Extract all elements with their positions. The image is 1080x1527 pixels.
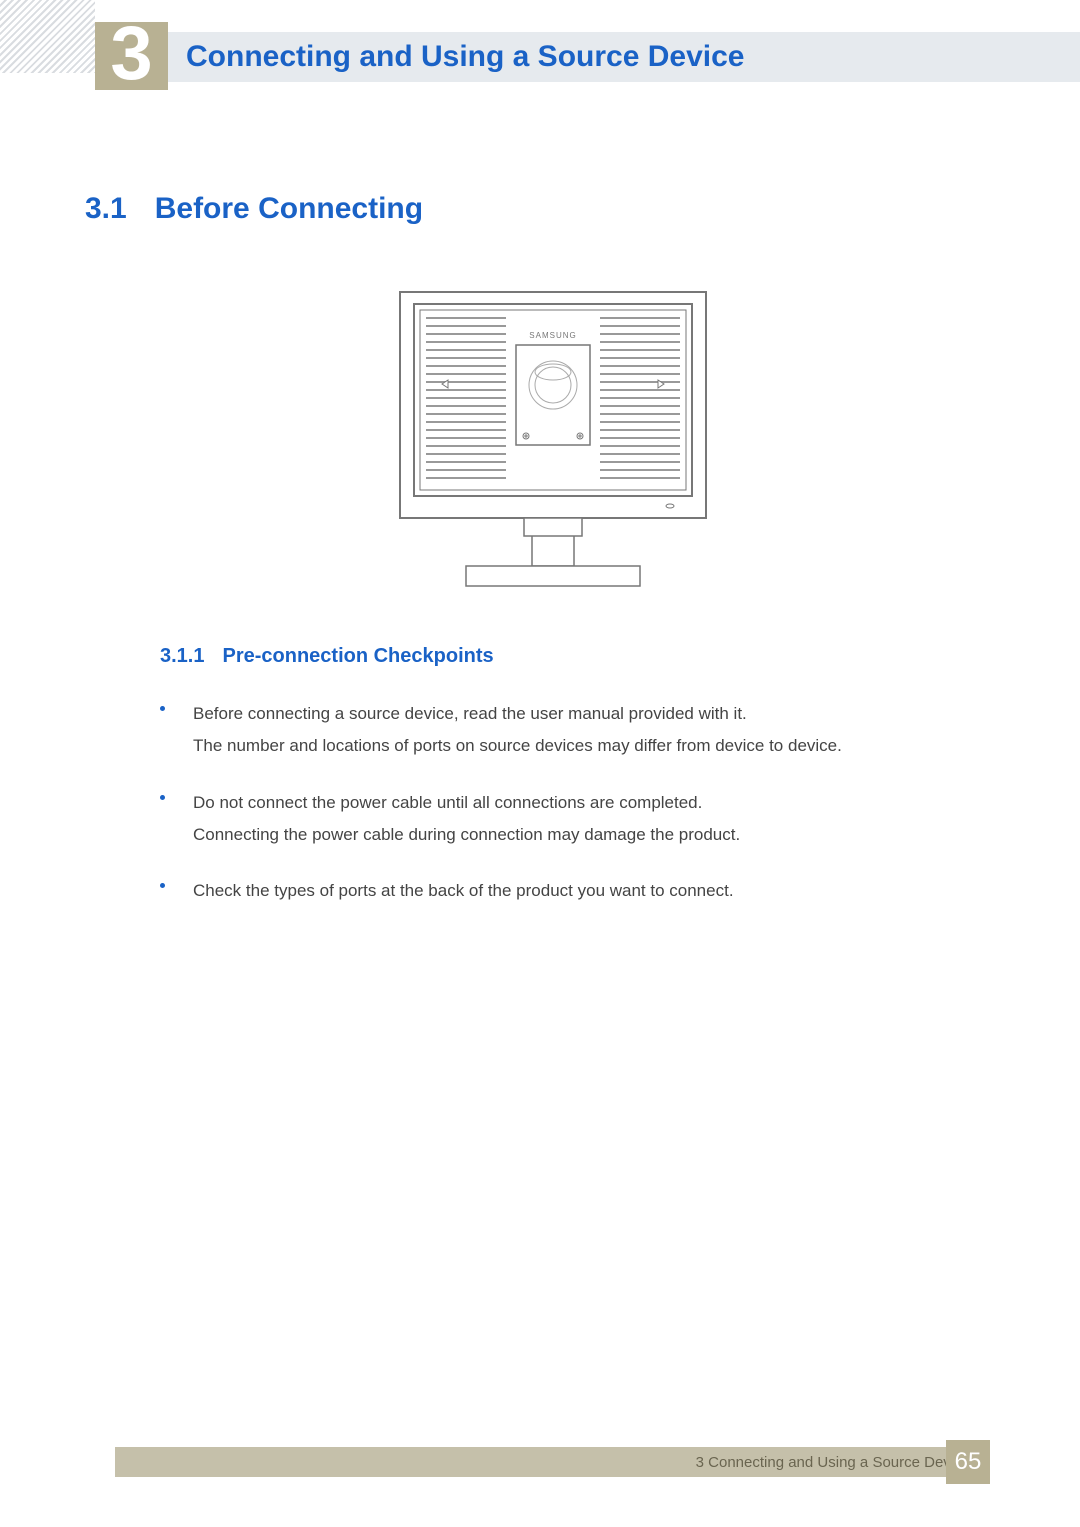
bullet-icon	[160, 883, 165, 888]
chapter-number-badge: 3	[95, 22, 168, 90]
monitor-back-icon: SAMSUNG	[398, 290, 708, 590]
chapter-number: 3	[110, 16, 152, 92]
subsection-heading: 3.1.1 Pre-connection Checkpoints	[85, 645, 1020, 668]
section-body: 3.1 Before Connecting	[85, 192, 1020, 931]
decorative-corner	[0, 0, 95, 73]
bullet-text: Before connecting a source device, read …	[193, 698, 842, 763]
footer-bar: 3 Connecting and Using a Source Device	[115, 1447, 990, 1477]
subsection-title: Pre-connection Checkpoints	[222, 645, 493, 668]
bullet-text: Do not connect the power cable until all…	[193, 787, 740, 852]
section-heading: 3.1 Before Connecting	[85, 192, 1020, 226]
svg-text:SAMSUNG: SAMSUNG	[529, 331, 576, 340]
list-item: Check the types of ports at the back of …	[160, 875, 1020, 907]
chapter-header-bar: Connecting and Using a Source Device	[168, 32, 1080, 82]
bullet-text: Check the types of ports at the back of …	[193, 875, 734, 907]
monitor-back-figure: SAMSUNG	[85, 290, 1020, 595]
footer-label: 3 Connecting and Using a Source Device	[696, 1454, 970, 1471]
subsection-number: 3.1.1	[160, 645, 204, 668]
bullet-icon	[160, 795, 165, 800]
bullet-icon	[160, 706, 165, 711]
page-number: 65	[955, 1448, 982, 1476]
list-item: Before connecting a source device, read …	[160, 698, 1020, 763]
list-item: Do not connect the power cable until all…	[160, 787, 1020, 852]
section-number: 3.1	[85, 192, 127, 226]
page-number-box: 65	[946, 1440, 990, 1484]
bullet-list: Before connecting a source device, read …	[85, 698, 1020, 907]
chapter-title: Connecting and Using a Source Device	[186, 40, 744, 74]
section-title: Before Connecting	[155, 192, 423, 226]
